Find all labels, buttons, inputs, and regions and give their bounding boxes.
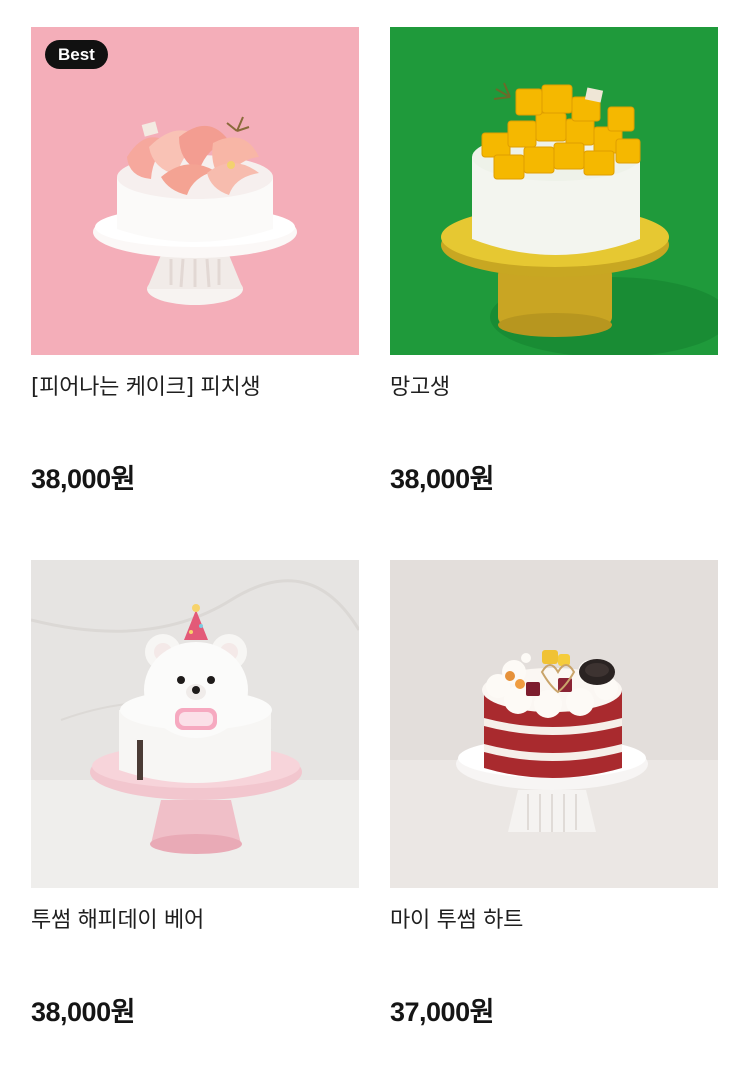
- product-price: 38,000원: [390, 464, 494, 494]
- product-image[interactable]: [31, 560, 359, 888]
- product-card[interactable]: 투썸 해피데이 베어 38,000원: [31, 560, 359, 1029]
- product-price: 38,000원: [31, 997, 135, 1027]
- product-name[interactable]: 투썸 해피데이 베어: [31, 907, 359, 935]
- product-price: 37,000원: [390, 997, 494, 1027]
- product-name[interactable]: [피어나는 케이크] 피치생: [31, 374, 359, 402]
- product-image[interactable]: [390, 560, 718, 888]
- bear-cake-image: [31, 560, 359, 888]
- product-grid: Best [피어나는 케이크] 피치생 38,000원 망고생 38,000원 …: [0, 0, 750, 1069]
- product-card[interactable]: 마이 투썸 하트 37,000원: [390, 560, 718, 1029]
- product-price: 38,000원: [31, 464, 135, 494]
- peach-cake-image: [31, 27, 359, 355]
- product-image[interactable]: Best: [31, 27, 359, 355]
- product-name[interactable]: 마이 투썸 하트: [390, 907, 718, 935]
- red-velvet-heart-cake-image: [390, 560, 718, 888]
- product-name[interactable]: 망고생: [390, 374, 718, 402]
- mango-cake-image: [390, 27, 718, 355]
- product-card[interactable]: Best [피어나는 케이크] 피치생 38,000원: [31, 27, 359, 496]
- product-image[interactable]: [390, 27, 718, 355]
- best-badge: Best: [45, 40, 108, 69]
- product-card[interactable]: 망고생 38,000원: [390, 27, 718, 496]
